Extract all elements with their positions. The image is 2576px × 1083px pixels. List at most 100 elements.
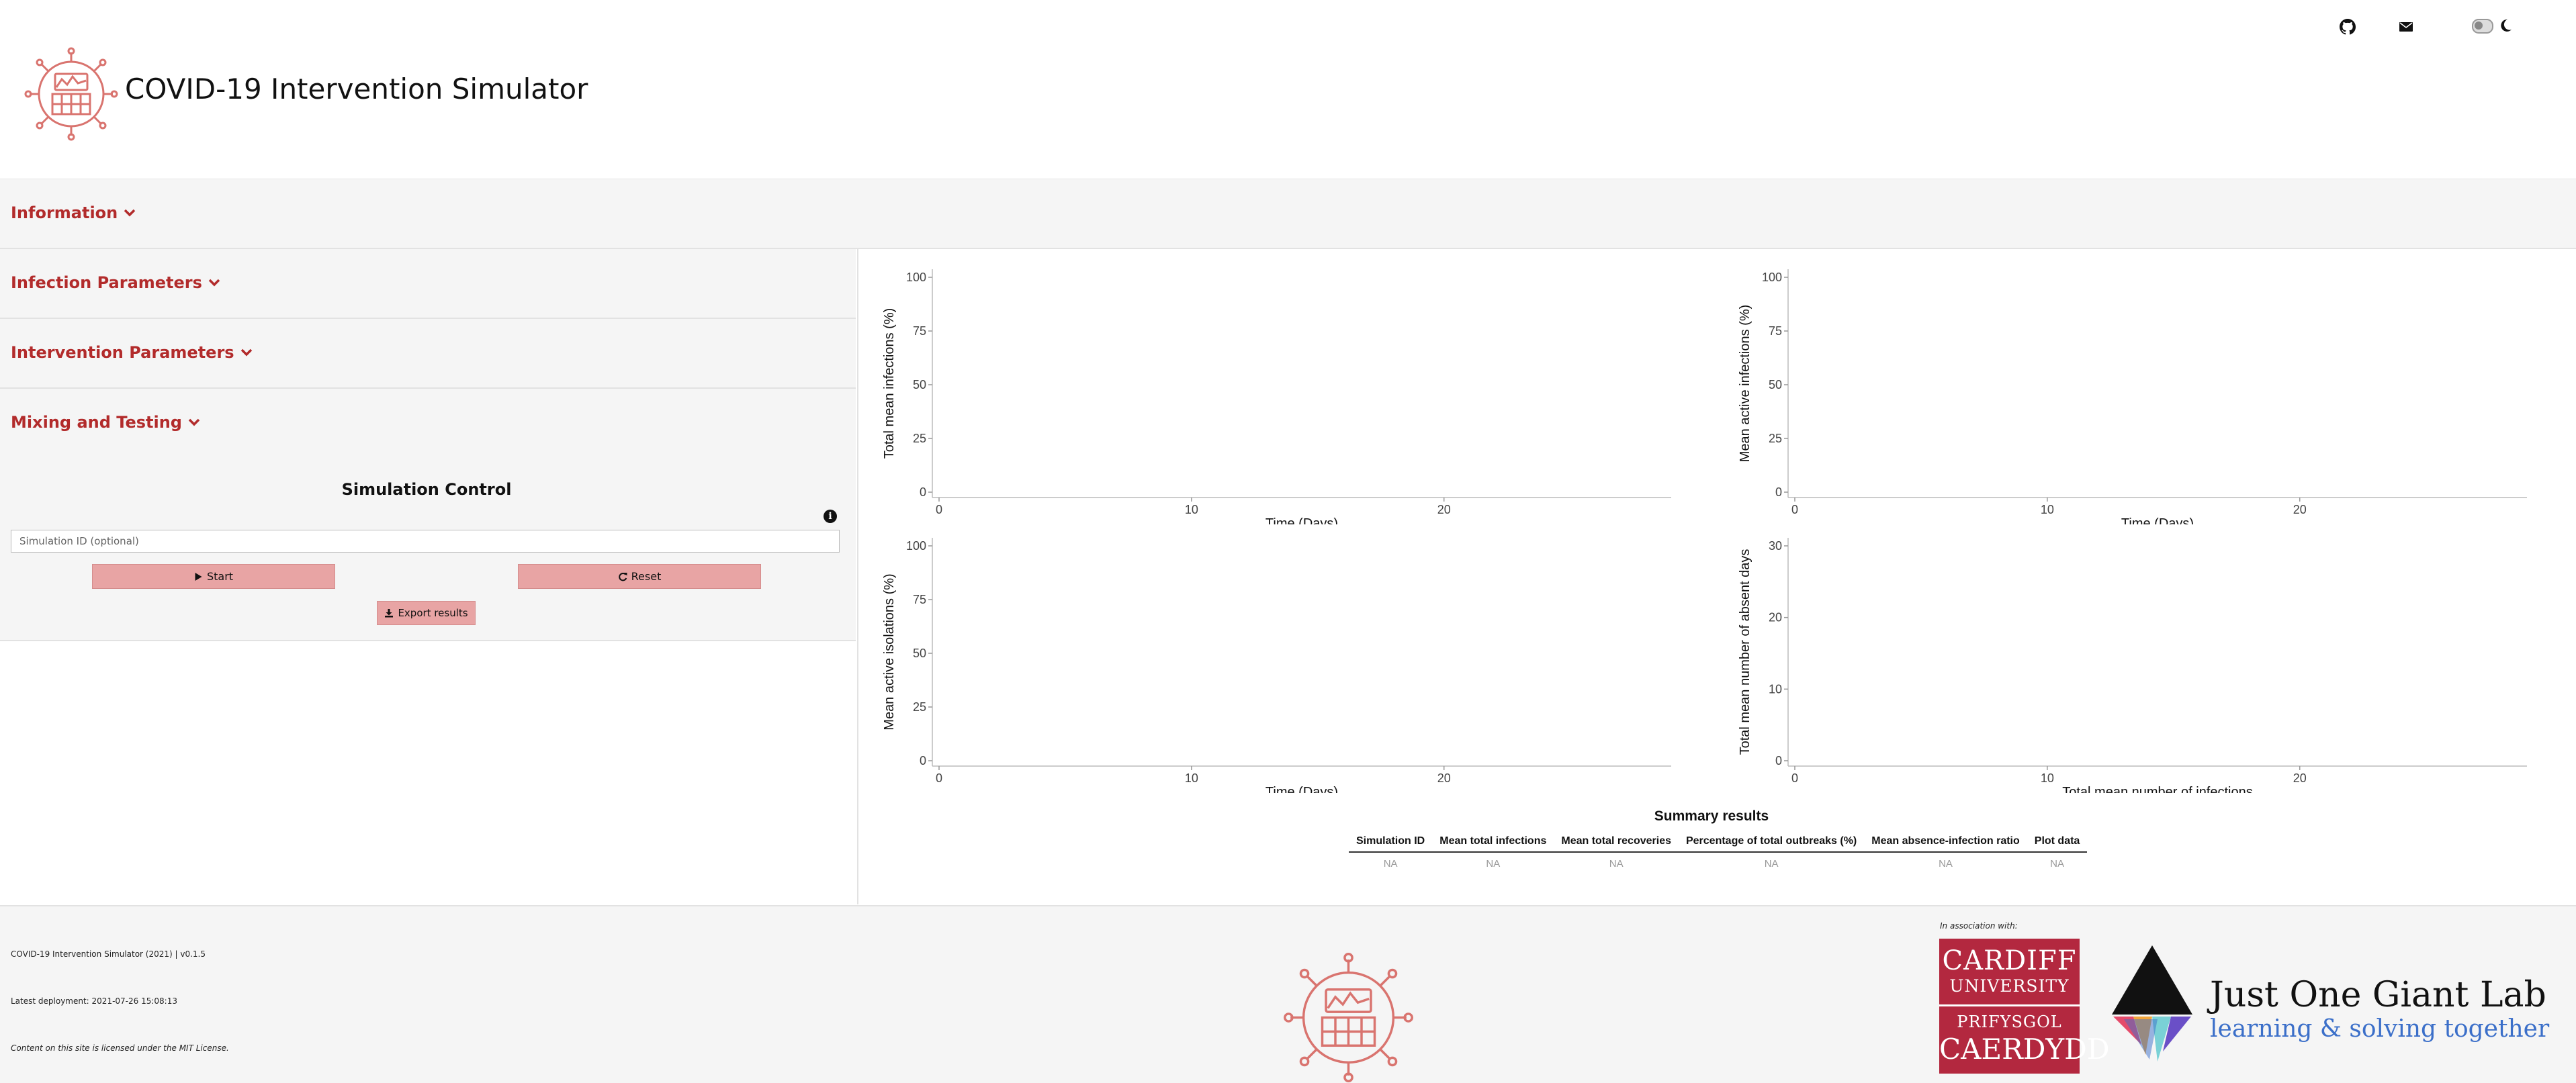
jogl-title: Just One Giant Lab (2210, 975, 2546, 1015)
y-tick-label: 100 (1762, 271, 1782, 284)
cardiff-line1: CARDIFF (1942, 945, 2077, 976)
y-tick-label: 100 (906, 539, 926, 553)
y-tick-label: 30 (1769, 539, 1782, 553)
association-text: In association with: (1940, 921, 2018, 931)
footer: COVID-19 Intervention Simulator (2021) |… (0, 905, 2576, 1083)
x-axis-title: Time (Days) (1265, 785, 1338, 793)
y-tick-label: 0 (920, 485, 926, 499)
start-label: Start (206, 570, 234, 583)
y-tick-label: 50 (1769, 378, 1782, 391)
github-icon[interactable] (2340, 19, 2356, 35)
jogl-triangle-logo-icon[interactable] (2111, 944, 2194, 1064)
simulation-id-input[interactable] (11, 530, 840, 553)
y-tick-label: 25 (913, 700, 926, 714)
y-tick-label: 25 (1769, 432, 1782, 445)
column-header: Plot data (2027, 831, 2088, 853)
chevron-down-icon (124, 209, 136, 217)
deployment-text: Latest deployment: 2021-07-26 15:08:13 (11, 996, 177, 1006)
table-cell: NA (1609, 858, 1624, 869)
column-header: Percentage of total outbreaks (%) (1678, 831, 1865, 853)
chart-absent-days: 30 20 10 0 0 10 20 Total mean number of infecti… (1728, 531, 2534, 800)
x-tick-label: 20 (1437, 771, 1451, 785)
x-tick-label: 0 (1791, 503, 1798, 516)
table-row: NA NA NA NA NA NA (1349, 852, 2087, 875)
virus-logo-icon (24, 47, 118, 141)
intervention-parameters-label: Intervention Parameters (11, 343, 234, 362)
y-tick-label: 20 (1769, 611, 1782, 624)
chart-svg: 100 75 50 25 00 10 20 Time (Days) Mean active in… (1738, 269, 2527, 531)
play-icon (195, 572, 202, 581)
y-tick-label: 25 (913, 432, 926, 445)
y-tick-label: 50 (913, 647, 926, 660)
x-tick-label: 20 (2293, 503, 2307, 516)
table-header-row: Simulation ID Mean total infections Mean… (1349, 831, 2088, 853)
table-cell: NA (1764, 858, 1779, 869)
cardiff-line4: CAERDYDD (1939, 1033, 2110, 1066)
information-label: Information (11, 203, 118, 222)
chart-active-infections: 100 75 50 25 0 0 10 20 Time (Days) Mean active in… (1728, 263, 2534, 531)
y-tick-label: 75 (1769, 324, 1782, 338)
start-button[interactable]: Start (92, 564, 335, 589)
cardiff-university-logo[interactable]: CARDIFF UNIVERSITY PRIFYSGOL CAERDYDD (1939, 939, 2110, 1074)
theme-toggle[interactable] (2472, 19, 2493, 34)
x-tick-label: 10 (2041, 771, 2054, 785)
table-cell: NA (2050, 858, 2064, 869)
chart-total-infections: 100 75 50 25 0 0 10 20 Time (Days) Total mean inf… (872, 263, 1678, 531)
virus-logo-icon (1284, 953, 1413, 1082)
app-title: COVID-19 Intervention Simulator (125, 73, 588, 105)
reset-button[interactable]: Reset (518, 564, 761, 589)
chart-active-isolations: 100 75 50 25 0 0 10 20 Time (Days) Mean active is… (872, 531, 1678, 800)
chart-svg: 30 20 10 00 10 20 Total mean number of infecti… (1738, 538, 2527, 800)
chart-svg: 100 75 50 25 00 10 20 Time (Days) Mean active is… (882, 538, 1671, 800)
y-axis-title: Mean active isolations (%) (882, 573, 897, 730)
license-text: Content on this site is licensed under t… (11, 1043, 229, 1053)
x-tick-label: 20 (1437, 503, 1451, 516)
cardiff-line3: PRIFYSGOL (1957, 1013, 2062, 1031)
moon-icon (2501, 19, 2512, 32)
cardiff-divider (1939, 1004, 2080, 1006)
download-icon (385, 609, 394, 618)
y-axis-title: Mean active infections (%) (1738, 305, 1752, 463)
chevron-down-icon (208, 279, 220, 287)
mail-icon[interactable] (2398, 19, 2414, 35)
column-header: Simulation ID (1349, 831, 1433, 853)
chart-svg: 100 75 50 25 00 10 20 Time (Days) Total mean inf… (882, 269, 1671, 531)
column-header: Mean total infections (1432, 831, 1554, 853)
simulation-control-title: Simulation Control (341, 480, 512, 499)
intervention-parameters-section[interactable]: Intervention Parameters (0, 319, 856, 389)
mixing-testing-label: Mixing and Testing (11, 413, 182, 432)
chevron-down-icon (188, 418, 200, 426)
y-tick-label: 75 (913, 324, 926, 338)
x-tick-label: 20 (2293, 771, 2307, 785)
export-label: Export results (398, 607, 468, 619)
info-icon[interactable]: i (824, 510, 837, 523)
x-tick-label: 10 (1185, 771, 1198, 785)
x-tick-label: 0 (936, 503, 942, 516)
cardiff-line2: UNIVERSITY (1949, 976, 2070, 996)
information-section[interactable]: Information (0, 179, 2576, 249)
column-header: Mean absence-infection ratio (1864, 831, 2027, 853)
y-tick-label: 10 (1769, 682, 1782, 696)
y-tick-label: 50 (913, 378, 926, 391)
summary-title: Summary results (1654, 808, 1769, 824)
table-cell: NA (1383, 858, 1398, 869)
simulation-control-panel: Simulation Control i Start Reset Export … (0, 457, 856, 641)
export-results-button[interactable]: Export results (377, 601, 476, 625)
charts-area: 100 75 50 25 0 0 10 20 Time (Days) Total mean inf… (857, 249, 2576, 904)
x-tick-label: 0 (936, 771, 942, 785)
mixing-testing-section[interactable]: Mixing and Testing (0, 389, 856, 459)
version-text: COVID-19 Intervention Simulator (2021) |… (11, 949, 206, 959)
x-axis-title: Time (Days) (2121, 516, 2194, 524)
x-tick-label: 10 (1185, 503, 1198, 516)
infection-parameters-section[interactable]: Infection Parameters (0, 249, 856, 319)
reset-label: Reset (631, 570, 662, 583)
x-axis-title: Total mean number of infections (2062, 785, 2253, 793)
jogl-tagline: learning & solving together (2210, 1015, 2550, 1043)
y-tick-label: 75 (913, 593, 926, 606)
column-header: Mean total recoveries (1554, 831, 1679, 853)
y-tick-label: 100 (906, 271, 926, 284)
x-tick-label: 10 (2041, 503, 2054, 516)
y-axis-title: Total mean infections (%) (882, 308, 897, 459)
x-axis-title: Time (Days) (1265, 516, 1338, 524)
x-tick-label: 0 (1791, 771, 1798, 785)
